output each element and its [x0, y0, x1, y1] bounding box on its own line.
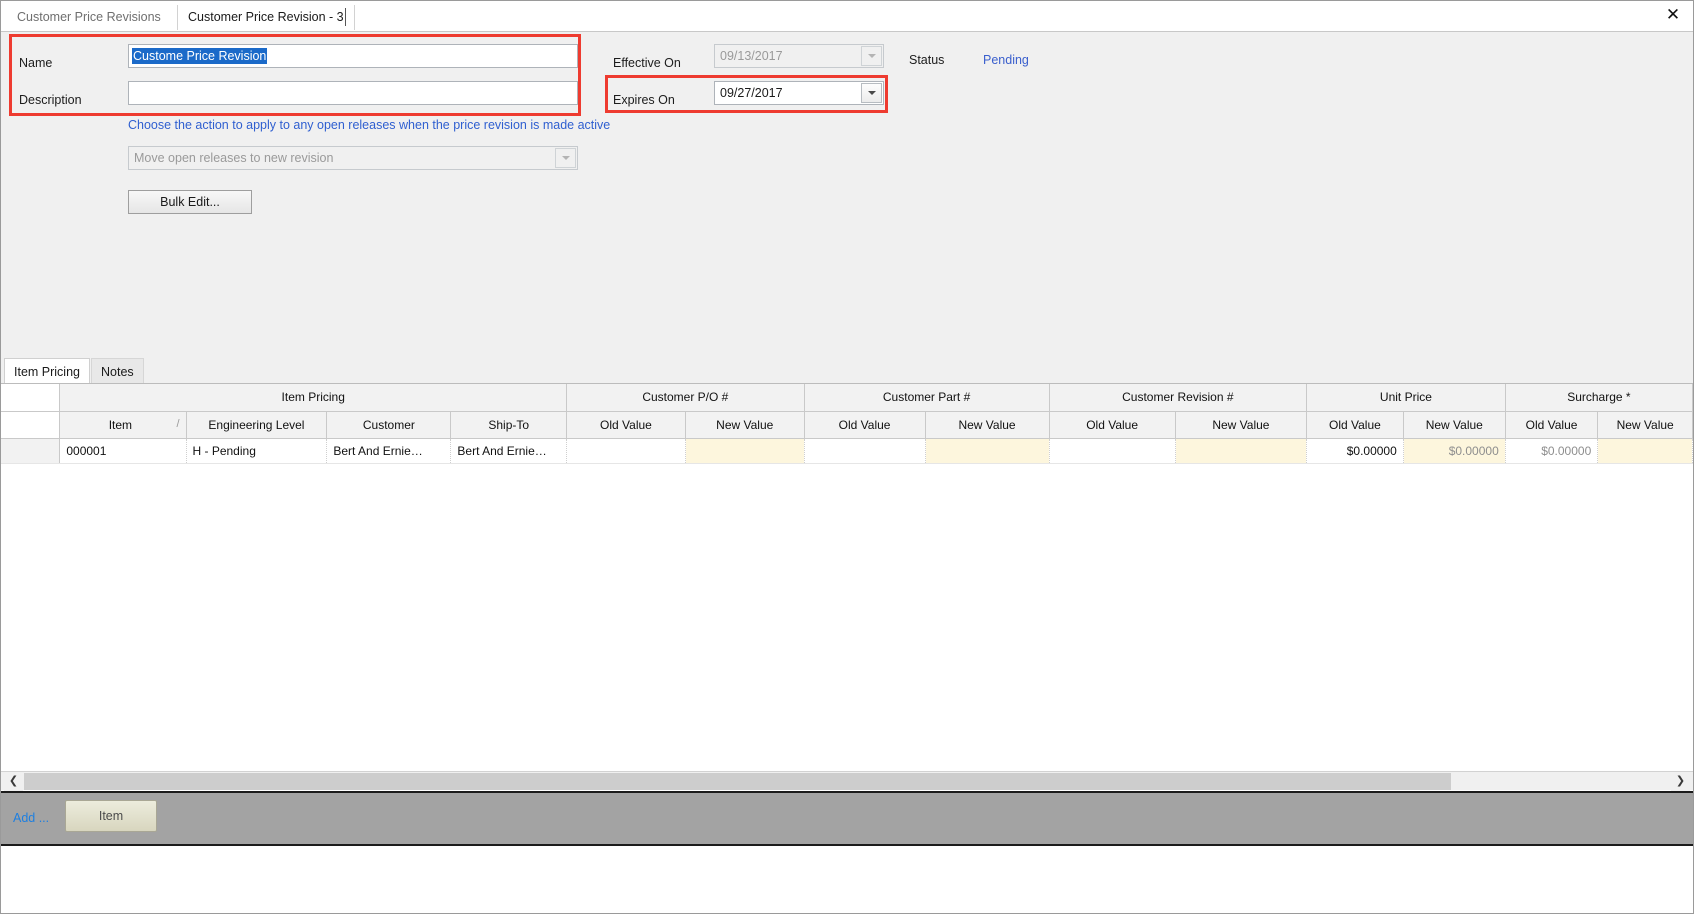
- name-input-value: Custome Price Revision: [132, 48, 268, 64]
- chevron-down-icon[interactable]: [861, 83, 882, 103]
- tab-customer-price-revisions[interactable]: Customer Price Revisions: [7, 5, 171, 30]
- cell-item[interactable]: 000001: [59, 438, 187, 464]
- item-pricing-grid: Item Pricing Customer P/O # Customer Par…: [1, 383, 1693, 771]
- column-header-customer[interactable]: Customer: [326, 411, 452, 439]
- column-header-unitprice-new-value[interactable]: New Value: [1403, 411, 1506, 439]
- column-header-po-old-value[interactable]: Old Value: [566, 411, 686, 439]
- cell-ship-to[interactable]: Bert And Ernie…: [450, 438, 568, 464]
- effective-on-value: 09/13/2017: [720, 49, 783, 63]
- column-header-revision-old-value[interactable]: Old Value: [1049, 411, 1176, 439]
- sort-ascending-icon: /: [176, 417, 180, 430]
- cell-unitprice-old-value[interactable]: $0.00000: [1306, 438, 1404, 464]
- application-window: Customer Price Revisions Customer Price …: [0, 0, 1694, 914]
- open-releases-action-select[interactable]: Move open releases to new revision: [128, 146, 578, 170]
- status-label: Status: [909, 53, 945, 67]
- table-row[interactable]: 000001 H - Pending Bert And Ernie… Bert …: [1, 438, 1693, 464]
- effective-on-label: Effective On: [613, 56, 681, 70]
- column-header-item-label: Item: [108, 417, 133, 432]
- add-link[interactable]: Add ...: [13, 811, 49, 825]
- column-header-part-new-value[interactable]: New Value: [925, 411, 1050, 439]
- action-hint-text: Choose the action to apply to any open r…: [128, 118, 611, 132]
- bottom-filler: [1, 848, 1693, 913]
- group-header-surcharge[interactable]: Surcharge *: [1505, 384, 1693, 412]
- column-header-surcharge-new-value[interactable]: New Value: [1597, 411, 1693, 439]
- expires-on-value: 09/27/2017: [720, 86, 783, 100]
- group-header-row: Item Pricing Customer P/O # Customer Par…: [1, 384, 1693, 412]
- bulk-edit-button[interactable]: Bulk Edit...: [128, 190, 252, 214]
- document-tab-strip: Customer Price Revisions Customer Price …: [1, 1, 1693, 32]
- expires-on-label: Expires On: [613, 93, 675, 107]
- column-header-revision-new-value[interactable]: New Value: [1175, 411, 1308, 439]
- cell-customer[interactable]: Bert And Ernie…: [326, 438, 452, 464]
- revision-details-panel: Name Custome Price Revision Description …: [1, 32, 1693, 357]
- column-header-surcharge-old-value[interactable]: Old Value: [1505, 411, 1599, 439]
- description-input[interactable]: [128, 81, 578, 105]
- group-header-item-pricing[interactable]: Item Pricing: [59, 384, 568, 412]
- tab-customer-price-revision-3[interactable]: Customer Price Revision - 3: [177, 5, 355, 30]
- scrollbar-thumb[interactable]: [24, 773, 1451, 790]
- column-header-rowselect: [1, 411, 61, 439]
- cell-unitprice-new-value[interactable]: $0.00000: [1403, 438, 1506, 464]
- scroll-left-icon[interactable]: ❮: [4, 772, 23, 791]
- tab-text-caret: [345, 8, 346, 26]
- grid-horizontal-scrollbar[interactable]: ❮ ❯: [1, 771, 1693, 791]
- cell-revision-new-value[interactable]: [1175, 438, 1308, 464]
- column-header-ship-to[interactable]: Ship-To: [450, 411, 568, 439]
- cell-revision-old-value[interactable]: [1049, 438, 1176, 464]
- group-header-customer-po[interactable]: Customer P/O #: [566, 384, 805, 412]
- column-header-engineering-level[interactable]: Engineering Level: [186, 411, 328, 439]
- expires-on-datepicker[interactable]: 09/27/2017: [714, 81, 884, 105]
- cell-engineering-level[interactable]: H - Pending: [186, 438, 328, 464]
- description-label: Description: [19, 93, 82, 107]
- detail-tab-strip: Item Pricing Notes: [1, 357, 1693, 383]
- column-header-po-new-value[interactable]: New Value: [685, 411, 805, 439]
- scroll-right-icon[interactable]: ❯: [1671, 772, 1690, 791]
- name-label: Name: [19, 56, 53, 70]
- name-input[interactable]: Custome Price Revision: [128, 44, 578, 68]
- tab-notes[interactable]: Notes: [91, 358, 144, 383]
- group-header-rowselect: [1, 384, 61, 412]
- cell-part-new-value[interactable]: [925, 438, 1050, 464]
- cell-po-new-value[interactable]: [685, 438, 805, 464]
- status-badge: Pending: [983, 53, 1029, 67]
- close-icon[interactable]: ✕: [1662, 4, 1684, 26]
- column-header-row: Item / Engineering Level Customer Ship-T…: [1, 411, 1693, 439]
- pricing-table: Item Pricing Customer P/O # Customer Par…: [1, 384, 1693, 464]
- add-item-button[interactable]: Item: [65, 800, 157, 832]
- column-header-part-old-value[interactable]: Old Value: [804, 411, 926, 439]
- column-header-unitprice-old-value[interactable]: Old Value: [1306, 411, 1404, 439]
- cell-surcharge-old-value[interactable]: $0.00000: [1505, 438, 1599, 464]
- bottom-action-bar: Add ... Item: [1, 791, 1693, 846]
- group-header-customer-revision[interactable]: Customer Revision #: [1049, 384, 1308, 412]
- cell-surcharge-new-value[interactable]: [1597, 438, 1693, 464]
- row-selector-cell[interactable]: [1, 438, 61, 464]
- group-header-unit-price[interactable]: Unit Price: [1306, 384, 1506, 412]
- tab-item-pricing[interactable]: Item Pricing: [4, 358, 90, 383]
- open-releases-action-value: Move open releases to new revision: [134, 151, 334, 165]
- cell-po-old-value[interactable]: [566, 438, 686, 464]
- cell-part-old-value[interactable]: [804, 438, 926, 464]
- effective-on-datepicker[interactable]: 09/13/2017: [714, 44, 884, 68]
- chevron-down-icon[interactable]: [861, 46, 882, 66]
- column-header-item[interactable]: Item /: [59, 411, 187, 439]
- chevron-down-icon[interactable]: [555, 148, 576, 168]
- group-header-customer-part[interactable]: Customer Part #: [804, 384, 1050, 412]
